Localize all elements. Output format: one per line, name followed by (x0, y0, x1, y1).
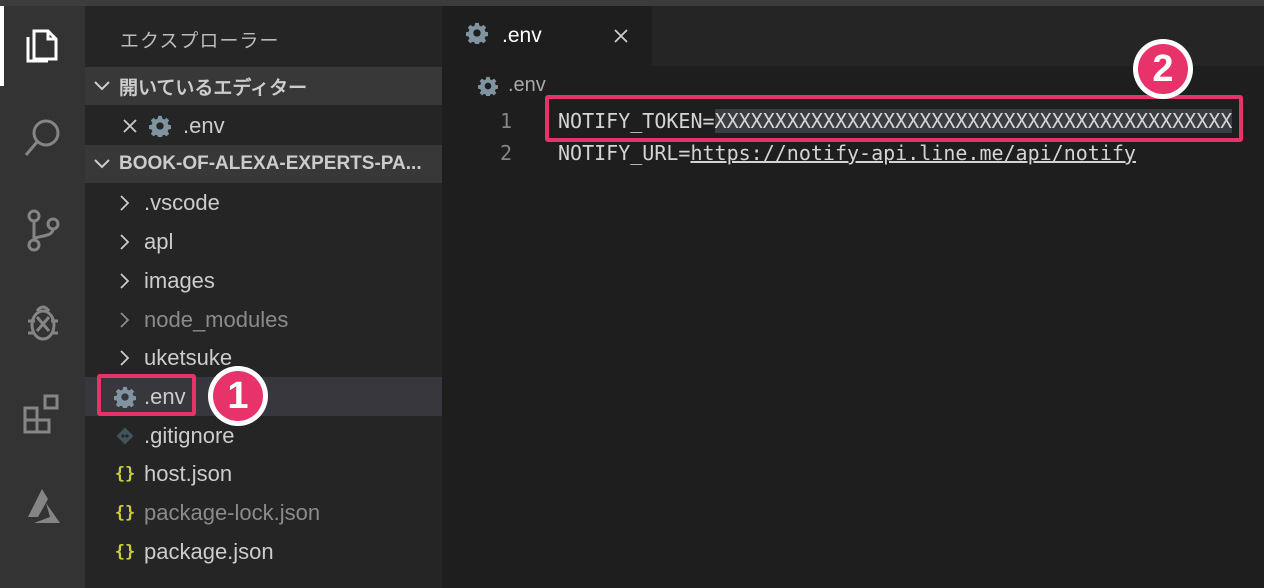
step-badge-2: 2 (1133, 39, 1193, 99)
extensions-icon (23, 394, 58, 434)
source-control-icon (27, 209, 59, 252)
tab-label: .env (502, 24, 542, 47)
chevron-right-icon (110, 311, 140, 328)
code-editor[interactable]: 1 NOTIFY_TOKEN=XXXXXXXXXXXXXXXXXXXXXXXXX… (442, 66, 1264, 588)
chevron-down-icon (85, 81, 119, 91)
debug-icon (27, 305, 58, 341)
tree-item-label: node_modules (144, 306, 289, 332)
step-badge-1: 1 (208, 366, 268, 426)
chevron-right-icon (110, 233, 140, 250)
tree-item-label: package-lock.json (144, 499, 321, 525)
files-icon (26, 29, 57, 63)
explorer-button[interactable] (0, 6, 85, 86)
code-line[interactable]: 2 NOTIFY_URL=https://notify-api.line.me/… (442, 136, 1136, 170)
tree-item-label: images (144, 267, 215, 293)
chevron-right-icon (110, 272, 140, 289)
gear-icon (145, 115, 175, 137)
chevron-down-icon (85, 159, 119, 169)
tree-item-gitignore[interactable]: .gitignore (85, 416, 442, 455)
tree-item-label: .vscode (144, 189, 220, 215)
chevron-right-icon (110, 194, 140, 211)
tree-item-label: package.json (144, 538, 274, 564)
tab-env[interactable]: .env (442, 6, 652, 66)
step-badge-1-number: 1 (213, 371, 263, 421)
search-button[interactable] (0, 98, 85, 178)
project-folder-header[interactable]: BOOK-OF-ALEXA-EXPERTS-PA... (85, 145, 442, 183)
source-control-button[interactable] (0, 190, 85, 270)
open-editors-header[interactable]: 開いているエディター (85, 67, 442, 105)
tree-item-apl[interactable]: apl (85, 222, 442, 261)
env-value-link[interactable]: https://notify-api.line.me/api/notify (690, 141, 1136, 165)
gear-icon (465, 22, 489, 50)
tree-item-node-modules[interactable]: node_modules (85, 300, 442, 339)
env-key: NOTIFY_URL= (558, 141, 691, 165)
tree-item-package-json[interactable]: {} package.json (85, 532, 442, 571)
search-icon (24, 119, 59, 156)
project-folder-label: BOOK-OF-ALEXA-EXPERTS-PA... (119, 153, 422, 174)
explorer-sidebar: エクスプローラー 開いているエディター .env BOOK-OF-ALEXA-E… (85, 6, 442, 588)
chevron-right-icon (110, 349, 140, 366)
code-text: NOTIFY_URL=https://notify-api.line.me/ap… (558, 141, 1136, 165)
tree-item-host-json[interactable]: {} host.json (85, 454, 442, 493)
json-icon: {} (114, 541, 136, 562)
json-icon: {} (114, 463, 136, 484)
extensions-button[interactable] (0, 374, 85, 454)
git-icon (110, 426, 140, 446)
json-icon: {} (114, 502, 136, 523)
code-line[interactable]: 1 NOTIFY_TOKEN=XXXXXXXXXXXXXXXXXXXXXXXXX… (442, 104, 1233, 138)
sidebar-title: エクスプローラー (120, 31, 280, 52)
tree-item-vscode[interactable]: .vscode (85, 183, 442, 222)
open-editor-label: .env (183, 112, 225, 138)
close-icon[interactable] (606, 21, 636, 51)
open-editor-item[interactable]: .env (85, 106, 442, 145)
tree-item-label: .gitignore (144, 422, 235, 448)
step-badge-2-number: 2 (1138, 44, 1188, 94)
tree-item-label: uketsuke (144, 344, 233, 370)
close-icon[interactable] (115, 118, 145, 134)
tree-item-uketsuke[interactable]: uketsuke (85, 338, 442, 377)
tree-item-label: host.json (144, 460, 233, 486)
azure-icon (27, 489, 60, 523)
azure-button[interactable] (0, 466, 85, 546)
tree-item-label: apl (144, 228, 174, 254)
tree-item-package-lock-json[interactable]: {} package-lock.json (85, 493, 442, 532)
line-number: 1 (499, 109, 512, 133)
line-number: 2 (499, 141, 512, 165)
activity-bar (0, 6, 85, 588)
open-editors-label: 開いているエディター (119, 77, 308, 99)
debug-button[interactable] (0, 282, 85, 362)
tree-item-images[interactable]: images (85, 261, 442, 300)
highlight-box-1 (97, 374, 196, 416)
highlight-box-2 (545, 95, 1243, 142)
